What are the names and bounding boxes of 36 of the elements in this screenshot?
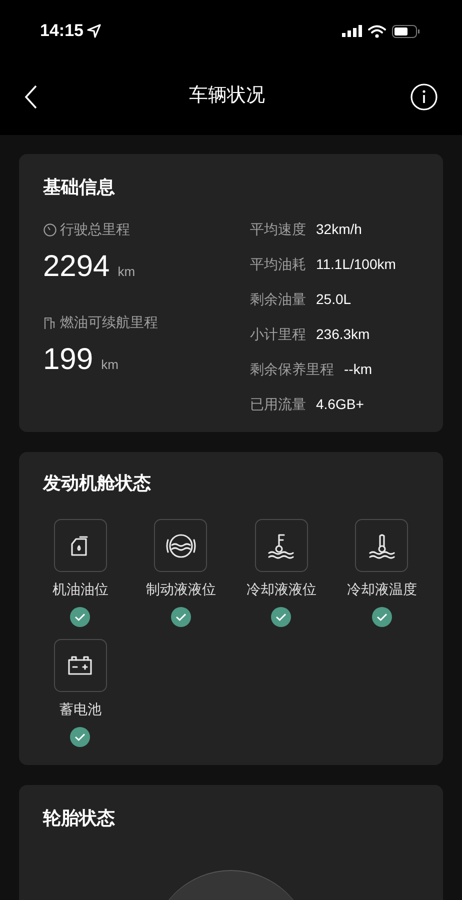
metric-value: 2294 — [43, 250, 110, 284]
item-label: 冷却液液位 — [246, 580, 316, 599]
stat-label: 小计里程 — [250, 324, 306, 344]
metric-unit: km — [118, 263, 136, 281]
item-label: 蓄电池 — [59, 700, 102, 719]
location-arrow-icon — [87, 24, 102, 38]
stat-label: 剩余保养里程 — [250, 360, 334, 378]
metric-value: 199 — [43, 343, 94, 377]
stat-value: 4.6GB+ — [316, 394, 364, 414]
stat-value: 236.3km — [316, 324, 370, 344]
metric-unit: km — [101, 356, 118, 374]
card-title: 基础信息 — [43, 176, 115, 199]
gauge-icon — [43, 222, 57, 236]
wifi-icon — [368, 24, 386, 38]
card-title: 发动机舱状态 — [43, 472, 151, 495]
item-label: 制动液液位 — [146, 580, 216, 599]
stat-value: 32km/h — [316, 220, 362, 238]
metric-label: 燃油可续航里程 — [60, 313, 158, 332]
stat-label: 已用流量 — [250, 394, 306, 414]
stat-label: 剩余油量 — [250, 290, 306, 308]
item-label: 冷却液温度 — [346, 580, 417, 599]
signal-icon — [342, 25, 362, 37]
info-button[interactable] — [410, 82, 438, 110]
battery-status-icon — [392, 24, 420, 38]
stat-label: 平均油耗 — [250, 254, 306, 274]
card-title: 轮胎状态 — [43, 807, 115, 830]
stat-value: 25.0L — [316, 290, 352, 308]
fuel-pump-icon — [43, 316, 57, 330]
battery-icon — [66, 654, 94, 678]
item-label: 机油油位 — [52, 580, 108, 599]
stat-value: --km — [344, 360, 372, 378]
stat-value: 11.1L/100km — [316, 254, 396, 274]
stat-label: 平均速度 — [250, 220, 306, 238]
status-time: 14:15 — [40, 20, 84, 42]
page-title: 车辆状况 — [189, 84, 265, 108]
metric-label: 行驶总里程 — [60, 220, 130, 239]
